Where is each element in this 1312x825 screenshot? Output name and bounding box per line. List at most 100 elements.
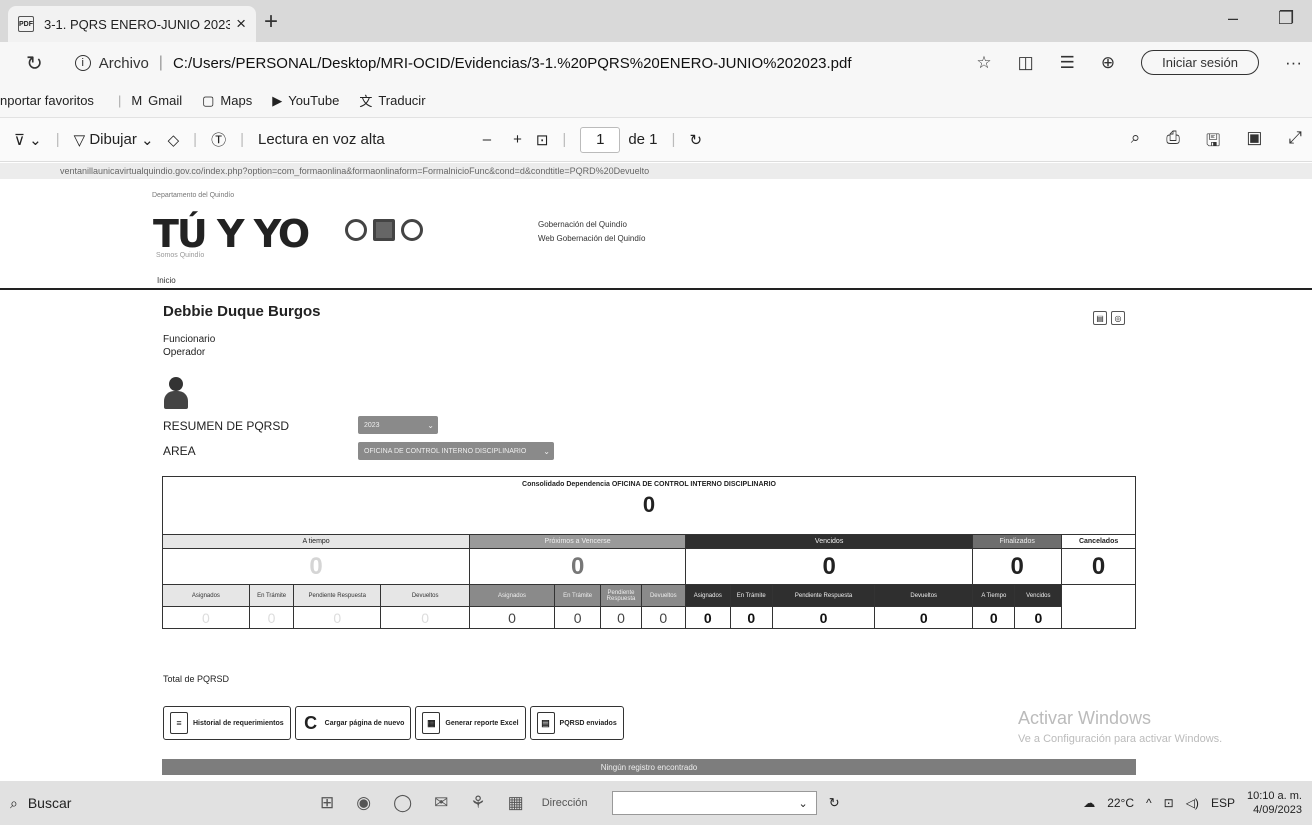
watermark-subtitle: Ve a Configuración para activar Windows. xyxy=(1018,733,1223,745)
sign-in-button[interactable]: Iniciar sesión xyxy=(1141,50,1260,75)
close-tab-icon[interactable]: × xyxy=(236,14,246,34)
highlight-icon[interactable]: ⊽ ⌄ xyxy=(14,131,42,149)
group-header-a-tiempo: A tiempo xyxy=(161,534,471,549)
year-select[interactable]: 2023 ⌄ xyxy=(358,416,438,434)
col-header: En Trámite xyxy=(248,584,295,607)
embedded-header-text: Departamento del Quindío xyxy=(152,192,235,199)
search-icon[interactable]: ⌕ xyxy=(1131,128,1141,157)
gmail-icon: M xyxy=(131,93,143,108)
temperature[interactable]: 22°C xyxy=(1107,796,1134,810)
save-icon[interactable]: 🖫 xyxy=(1206,128,1220,157)
table-cell: 0 xyxy=(162,606,250,629)
reload-button[interactable]: C Cargar página de nuevo xyxy=(294,706,412,740)
logout-icon[interactable]: ◎ xyxy=(1111,311,1125,325)
area-label: AREA xyxy=(163,444,196,458)
consolidado-total: 0 xyxy=(642,492,656,517)
text-icon[interactable]: Ⓣ xyxy=(211,129,226,150)
area-select[interactable]: OFICINA DE CONTROL INTERNO DISCIPLINARIO… xyxy=(358,442,554,460)
fit-page-icon[interactable]: ⊡ xyxy=(536,131,549,149)
clock[interactable]: 10:10 a. m. 4/09/2023 xyxy=(1247,789,1302,817)
government-web-link[interactable]: Web Gobernación del Quindío xyxy=(538,232,645,246)
collections-icon[interactable]: ⊕ xyxy=(1101,53,1115,73)
address-toolbar-input[interactable]: ⌄ xyxy=(611,791,817,815)
embedded-url: ventanillaunicavirtualquindio.gov.co/ind… xyxy=(60,166,650,176)
col-header: Devueltos xyxy=(640,584,687,607)
favorite-label: YouTube xyxy=(288,93,340,108)
col-header: Devueltos xyxy=(874,584,974,607)
translate-icon: 文 xyxy=(359,94,373,109)
chevron-up-icon[interactable]: ^ xyxy=(1146,796,1152,810)
total-pqrsd-label: Total de PQRSD xyxy=(163,674,230,684)
group-header-proximos: Próximos a Vencerse xyxy=(469,534,687,549)
calculator-icon[interactable]: ▦ xyxy=(508,793,524,813)
government-link[interactable]: Gobernación del Quindío xyxy=(538,218,645,232)
weather-icon[interactable]: ☁ xyxy=(1083,796,1095,810)
volume-icon[interactable]: ◁) xyxy=(1186,796,1199,810)
favorites-bar: nportar favoritos | M Gmail ▢ Maps ▶ You… xyxy=(0,84,1312,118)
network-icon[interactable]: ⊡ xyxy=(1164,796,1174,810)
favorites-list-icon[interactable]: ☰ xyxy=(1060,53,1075,73)
address-toolbar-label: Dirección xyxy=(541,797,588,809)
tu-y-yo-logo: TÚ Y YO xyxy=(153,212,310,256)
col-header: Asignados xyxy=(162,584,250,607)
tab-title: 3-1. PQRS ENERO-JUNIO 2023.p xyxy=(44,16,231,32)
nav-home-link[interactable]: Inicio xyxy=(157,276,176,285)
favorite-maps[interactable]: ▢ Maps xyxy=(202,93,252,109)
minimize-button[interactable]: – xyxy=(1228,8,1238,29)
browser-toolbar-right: ☆ ◫ ☰ ⊕ Iniciar sesión ··· xyxy=(976,50,1302,75)
user-role: Funcionario xyxy=(163,334,216,345)
browser-tab[interactable]: PDF 3-1. PQRS ENERO-JUNIO 2023.p × xyxy=(8,6,256,42)
table-cell: 0 xyxy=(729,606,773,629)
col-header: A Tiempo xyxy=(972,584,1016,607)
favorite-youtube[interactable]: ▶ YouTube xyxy=(272,93,339,109)
favorite-star-icon[interactable]: ☆ xyxy=(976,53,991,73)
task-view-icon[interactable]: ⊞ xyxy=(320,793,334,813)
favorite-gmail[interactable]: M Gmail xyxy=(131,93,182,108)
info-icon[interactable]: i xyxy=(74,55,91,71)
sent-pqrsd-button[interactable]: ▤ PQRSD enviados xyxy=(529,706,624,740)
app-icon[interactable]: ⚘ xyxy=(470,793,485,813)
document-icon: ≡ xyxy=(170,712,188,734)
eraser-icon[interactable]: ◇ xyxy=(168,131,180,149)
address-separator: | xyxy=(158,54,163,71)
refresh-icon[interactable]: ↻ xyxy=(829,795,840,811)
group-total-cancelados: 0 xyxy=(1061,548,1136,585)
page-number-input[interactable]: 1 xyxy=(580,126,621,153)
address-toolbar: Dirección ⌄ ↻ xyxy=(542,791,840,815)
new-tab-button[interactable]: + xyxy=(264,8,278,36)
address-url[interactable]: C:/Users/PERSONAL/Desktop/MRI-OCID/Evide… xyxy=(173,55,852,72)
save-icon[interactable]: ▤ xyxy=(1093,311,1107,325)
excel-report-button[interactable]: ▦ Generar reporte Excel xyxy=(415,706,526,740)
zoom-out-button[interactable]: – xyxy=(483,131,491,148)
favorite-translate[interactable]: 文 Traducir xyxy=(359,91,425,110)
opera-icon[interactable]: ◯ xyxy=(393,793,412,813)
favorite-label: Traducir xyxy=(378,93,426,108)
toolbar-separator: | xyxy=(193,131,198,148)
more-menu-icon[interactable]: ··· xyxy=(1285,53,1302,73)
col-header: Pendiente Respuesta xyxy=(293,584,382,607)
col-header: Asignados xyxy=(685,584,731,607)
taskbar-search[interactable]: ⌕ Buscar xyxy=(10,795,230,812)
save-as-icon[interactable]: ▣ xyxy=(1246,128,1262,157)
fullscreen-icon[interactable]: ⤢ xyxy=(1288,128,1302,157)
print-icon[interactable]: ⎙ xyxy=(1166,128,1180,157)
table-cell: 0 xyxy=(248,606,295,629)
split-screen-icon[interactable]: ◫ xyxy=(1018,53,1034,73)
historial-button[interactable]: ≡ Historial de requerimientos xyxy=(163,706,291,740)
draw-button[interactable]: ▽ Dibujar ⌄ xyxy=(74,131,154,149)
restore-button[interactable]: ❐ xyxy=(1278,8,1294,29)
favorite-import[interactable]: nportar favoritos xyxy=(0,93,94,108)
edge-icon[interactable]: ◉ xyxy=(356,793,371,813)
logo-subtitle: Somos Quindío xyxy=(156,252,205,259)
table-cell: 0 xyxy=(1014,606,1063,629)
reload-icon[interactable]: ↻ xyxy=(26,51,43,76)
table-cell: 0 xyxy=(685,606,731,629)
rotate-icon[interactable]: ↻ xyxy=(689,131,702,149)
favorites-separator: | xyxy=(117,93,122,108)
mail-icon[interactable]: ✉ xyxy=(434,793,448,813)
language-indicator[interactable]: ESP xyxy=(1211,796,1235,810)
table-cell: 0 xyxy=(553,606,602,629)
read-aloud-button[interactable]: Lectura en voz alta xyxy=(258,131,385,148)
embedded-header-icons: ▤ ◎ xyxy=(1093,311,1125,325)
zoom-in-button[interactable]: + xyxy=(513,131,522,148)
